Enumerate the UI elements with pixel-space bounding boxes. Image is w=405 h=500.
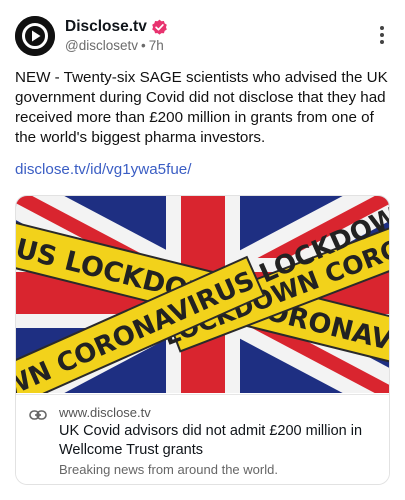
post-meta: @disclosetv • 7h [65, 38, 164, 53]
more-options-button[interactable] [376, 26, 388, 48]
play-logo-icon [15, 16, 55, 56]
post-link[interactable]: disclose.tv/id/vg1ywa5fue/ [15, 161, 191, 178]
post-text: NEW - Twenty-six SAGE scientists who adv… [15, 69, 388, 146]
card-image[interactable]: RUS LOCKDOWN CORONAVIRUS LOCKD LOCKDOWN … [16, 196, 389, 393]
link-chain-icon [29, 410, 47, 420]
meta-separator: • [140, 38, 146, 53]
card-description: Breaking news from around the world. [59, 462, 278, 477]
post-header: Disclose.tv @disclosetv • 7h [15, 16, 390, 56]
more-dot [380, 33, 384, 37]
post-time[interactable]: 7h [149, 38, 164, 53]
union-jack-lockdown-tape-image: RUS LOCKDOWN CORONAVIRUS LOCKD LOCKDOWN … [16, 196, 389, 393]
more-dot [380, 40, 384, 44]
link-preview-card[interactable]: RUS LOCKDOWN CORONAVIRUS LOCKD LOCKDOWN … [15, 195, 390, 485]
more-vertical-icon [380, 26, 384, 30]
author-name[interactable]: Disclose.tv [65, 18, 147, 36]
card-title[interactable]: UK Covid advisors did not admit £200 mil… [59, 422, 379, 460]
avatar[interactable] [15, 16, 55, 56]
verified-badge-icon [152, 19, 167, 35]
card-info[interactable]: www.disclose.tv UK Covid advisors did no… [16, 394, 389, 484]
card-domain: www.disclose.tv [59, 405, 151, 420]
author-handle[interactable]: @disclosetv [65, 38, 138, 53]
